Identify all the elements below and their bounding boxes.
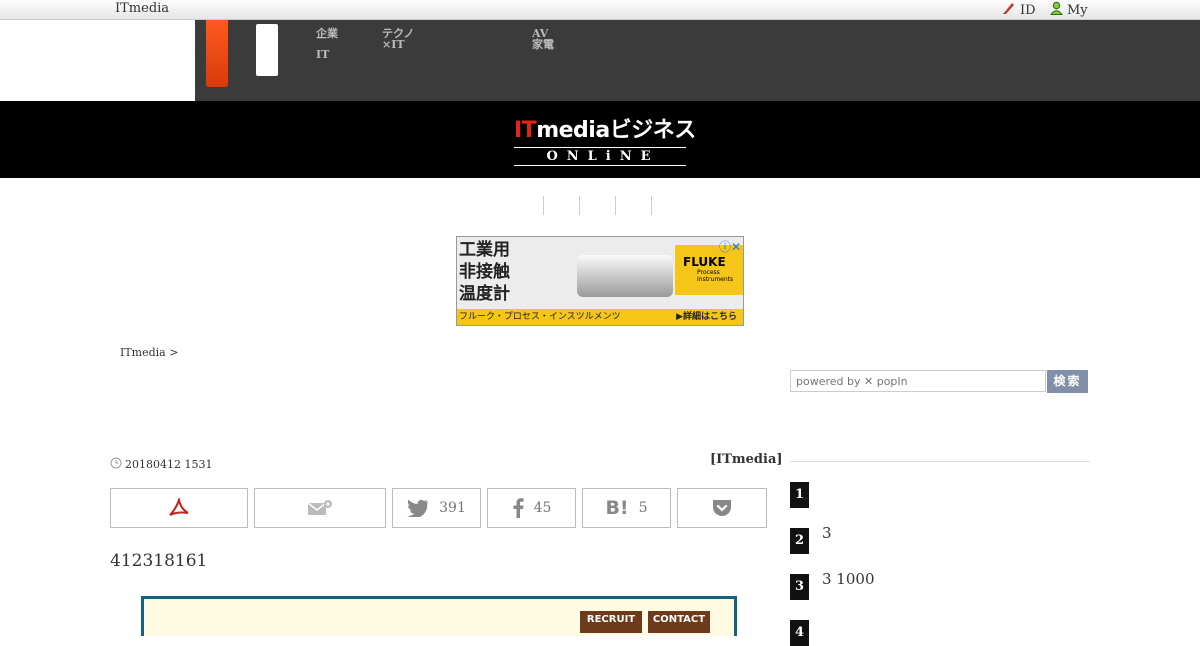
- ad-footer: フルーク・プロセス・インスツルメンツ ▶詳細はこちら: [457, 309, 743, 325]
- pocket-icon: [712, 499, 732, 517]
- ranking-item[interactable]: 4: [790, 620, 1090, 646]
- ad-headline: 工業用 非接触 温度計: [459, 240, 510, 304]
- publish-date: 20180412 1531: [110, 457, 212, 472]
- hatena-bookmark-button[interactable]: B! 5: [582, 488, 671, 528]
- id-label: ID: [1020, 2, 1036, 18]
- clock-icon: [110, 457, 122, 472]
- nav-tab-business[interactable]: [206, 20, 228, 87]
- pencil-icon: [1002, 1, 1016, 19]
- search-input[interactable]: [790, 370, 1046, 392]
- ad-close-icon[interactable]: ⓘ✕: [719, 238, 741, 255]
- subnav-divider: [615, 196, 616, 215]
- global-nav: 企業 IT テクノ ×IT AV 家電: [195, 20, 1200, 101]
- nav-category-av[interactable]: AV 家電: [532, 28, 554, 50]
- subnav-divider: [651, 196, 652, 215]
- twitter-share-button[interactable]: 391: [392, 488, 481, 528]
- ranking-item[interactable]: 3 3 1000: [790, 570, 1090, 600]
- ranking-item[interactable]: 1: [790, 482, 1090, 508]
- itmedia-home-link[interactable]: ITmedia: [115, 1, 169, 16]
- mail-button[interactable]: [254, 488, 386, 528]
- breadcrumb[interactable]: ITmedia >: [120, 346, 178, 359]
- rank-title: 3 1000: [822, 570, 875, 588]
- logo-online: ONLiNE: [514, 147, 686, 166]
- rank-number: 3: [790, 574, 809, 600]
- rank-number: 1: [790, 482, 809, 508]
- ranking-divider: [790, 461, 1090, 462]
- nav-left-blank: [0, 20, 195, 101]
- pdf-button[interactable]: [110, 488, 248, 528]
- pocket-button[interactable]: [677, 488, 767, 528]
- nav-tab-itmedia[interactable]: [256, 24, 278, 76]
- facebook-share-button[interactable]: 45: [487, 488, 576, 528]
- ranking-item[interactable]: 2 3: [790, 524, 1090, 554]
- hatena-count: 5: [638, 500, 648, 516]
- my-link[interactable]: My: [1050, 1, 1088, 19]
- nav-category-techno[interactable]: テクノ ×IT: [382, 28, 414, 50]
- byline: [ITmedia]: [710, 452, 783, 467]
- mail-add-icon: [307, 499, 333, 517]
- rank-number: 2: [790, 528, 809, 554]
- advertisement-banner[interactable]: 工業用 非接触 温度計 FLUKE Process Instruments ⓘ✕ フ…: [456, 236, 744, 326]
- top-utility-bar: ITmedia ID My: [0, 0, 1200, 20]
- site-logo[interactable]: ITmediaビジネス ONLiNE: [514, 112, 696, 166]
- id-link[interactable]: ID: [1002, 1, 1036, 19]
- facebook-count: 45: [533, 500, 552, 516]
- user-icon: [1050, 1, 1063, 19]
- twitter-count: 391: [439, 500, 466, 516]
- my-label: My: [1067, 2, 1088, 18]
- subnav-divider: [543, 196, 544, 215]
- subnav-divider: [579, 196, 580, 215]
- twitter-icon: [407, 499, 429, 517]
- rank-title: 3: [822, 524, 832, 542]
- rank-number: 4: [790, 620, 809, 646]
- nav-category-enterprise[interactable]: 企業 IT: [316, 28, 338, 60]
- facebook-icon: [512, 498, 524, 518]
- search-button[interactable]: 検索: [1047, 370, 1088, 393]
- article-lead: 412318161: [110, 551, 208, 571]
- article-image: RECRUIT CONTACT: [141, 596, 737, 636]
- ad-product-image: [577, 255, 673, 297]
- pdf-icon: [168, 498, 190, 518]
- hatena-bookmark-icon: B!: [605, 497, 629, 519]
